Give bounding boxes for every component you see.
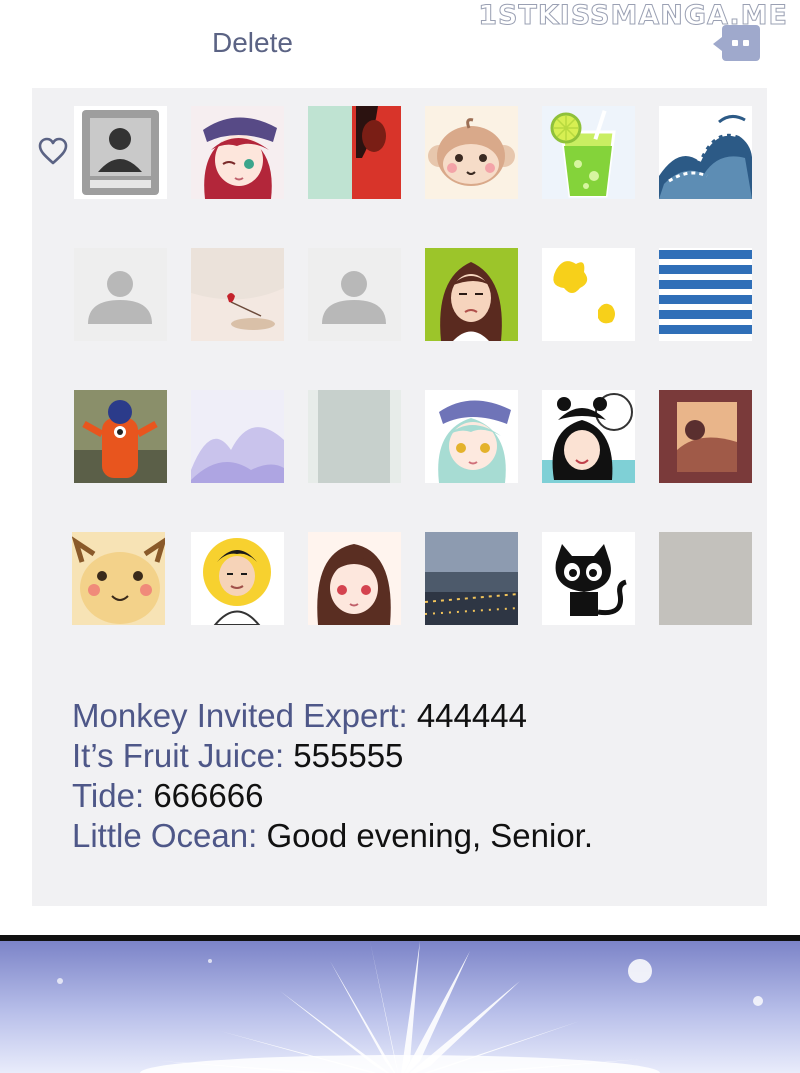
comic-panel-burst (0, 935, 800, 1073)
chat-message: Little Ocean: Good evening, Senior. (72, 816, 593, 856)
avatar-great-wave[interactable] (659, 106, 752, 199)
avatar-anime-red-hair[interactable] (191, 106, 284, 199)
heart-icon[interactable] (37, 136, 69, 166)
message-text: 555555 (293, 737, 404, 774)
avatar-split-photo[interactable] (308, 106, 401, 199)
avatar-cartoon-deer[interactable] (72, 532, 165, 625)
chat-dot (732, 40, 738, 46)
avatar-default-portrait[interactable] (74, 106, 167, 199)
avatar-default-person[interactable] (74, 248, 167, 341)
avatar-city-night[interactable] (425, 532, 518, 625)
chat-dot (743, 40, 749, 46)
message-sender: It’s Fruit Juice: (72, 737, 285, 774)
message-text: 666666 (153, 777, 264, 814)
avatar-default-person[interactable] (308, 248, 401, 341)
chat-bubble-icon[interactable] (713, 25, 760, 61)
avatar-anime-brown-hair[interactable] (308, 532, 401, 625)
message-text: Good evening, Senior. (266, 817, 594, 854)
group-members-panel: Monkey Invited Expert: 444444 It’s Fruit… (32, 88, 767, 906)
message-text: 444444 (416, 697, 527, 734)
avatar-orange-figure[interactable] (74, 390, 167, 483)
avatar-panda-girl[interactable] (542, 390, 635, 483)
avatar-man-cartoon[interactable] (191, 532, 284, 625)
chat-message: Monkey Invited Expert: 444444 (72, 696, 593, 736)
avatar-gray-square[interactable] (659, 532, 752, 625)
chat-messages: Monkey Invited Expert: 444444 It’s Fruit… (72, 696, 593, 856)
avatar-sunset-window[interactable] (659, 390, 752, 483)
avatar-anime-teal-hair[interactable] (425, 390, 518, 483)
delete-button[interactable]: Delete (212, 27, 293, 59)
avatar-monkey-cartoon[interactable] (425, 106, 518, 199)
message-sender: Monkey Invited Expert: (72, 697, 408, 734)
avatar-lavender-mist[interactable] (191, 390, 284, 483)
light-burst (160, 941, 640, 1073)
avatar-yellow-blobs[interactable] (542, 248, 635, 341)
avatar-black-cat[interactable] (542, 532, 635, 625)
chat-message: It’s Fruit Juice: 555555 (72, 736, 593, 776)
message-sender: Little Ocean: (72, 817, 258, 854)
message-sender: Tide: (72, 777, 145, 814)
avatar-flower-photo[interactable] (191, 248, 284, 341)
avatar-lime-juice[interactable] (542, 106, 635, 199)
avatar-woman-cartoon[interactable] (425, 248, 518, 341)
avatar-blue-stripes[interactable] (659, 248, 752, 341)
avatar-gray-panel[interactable] (308, 390, 401, 483)
chat-message: Tide: 666666 (72, 776, 593, 816)
